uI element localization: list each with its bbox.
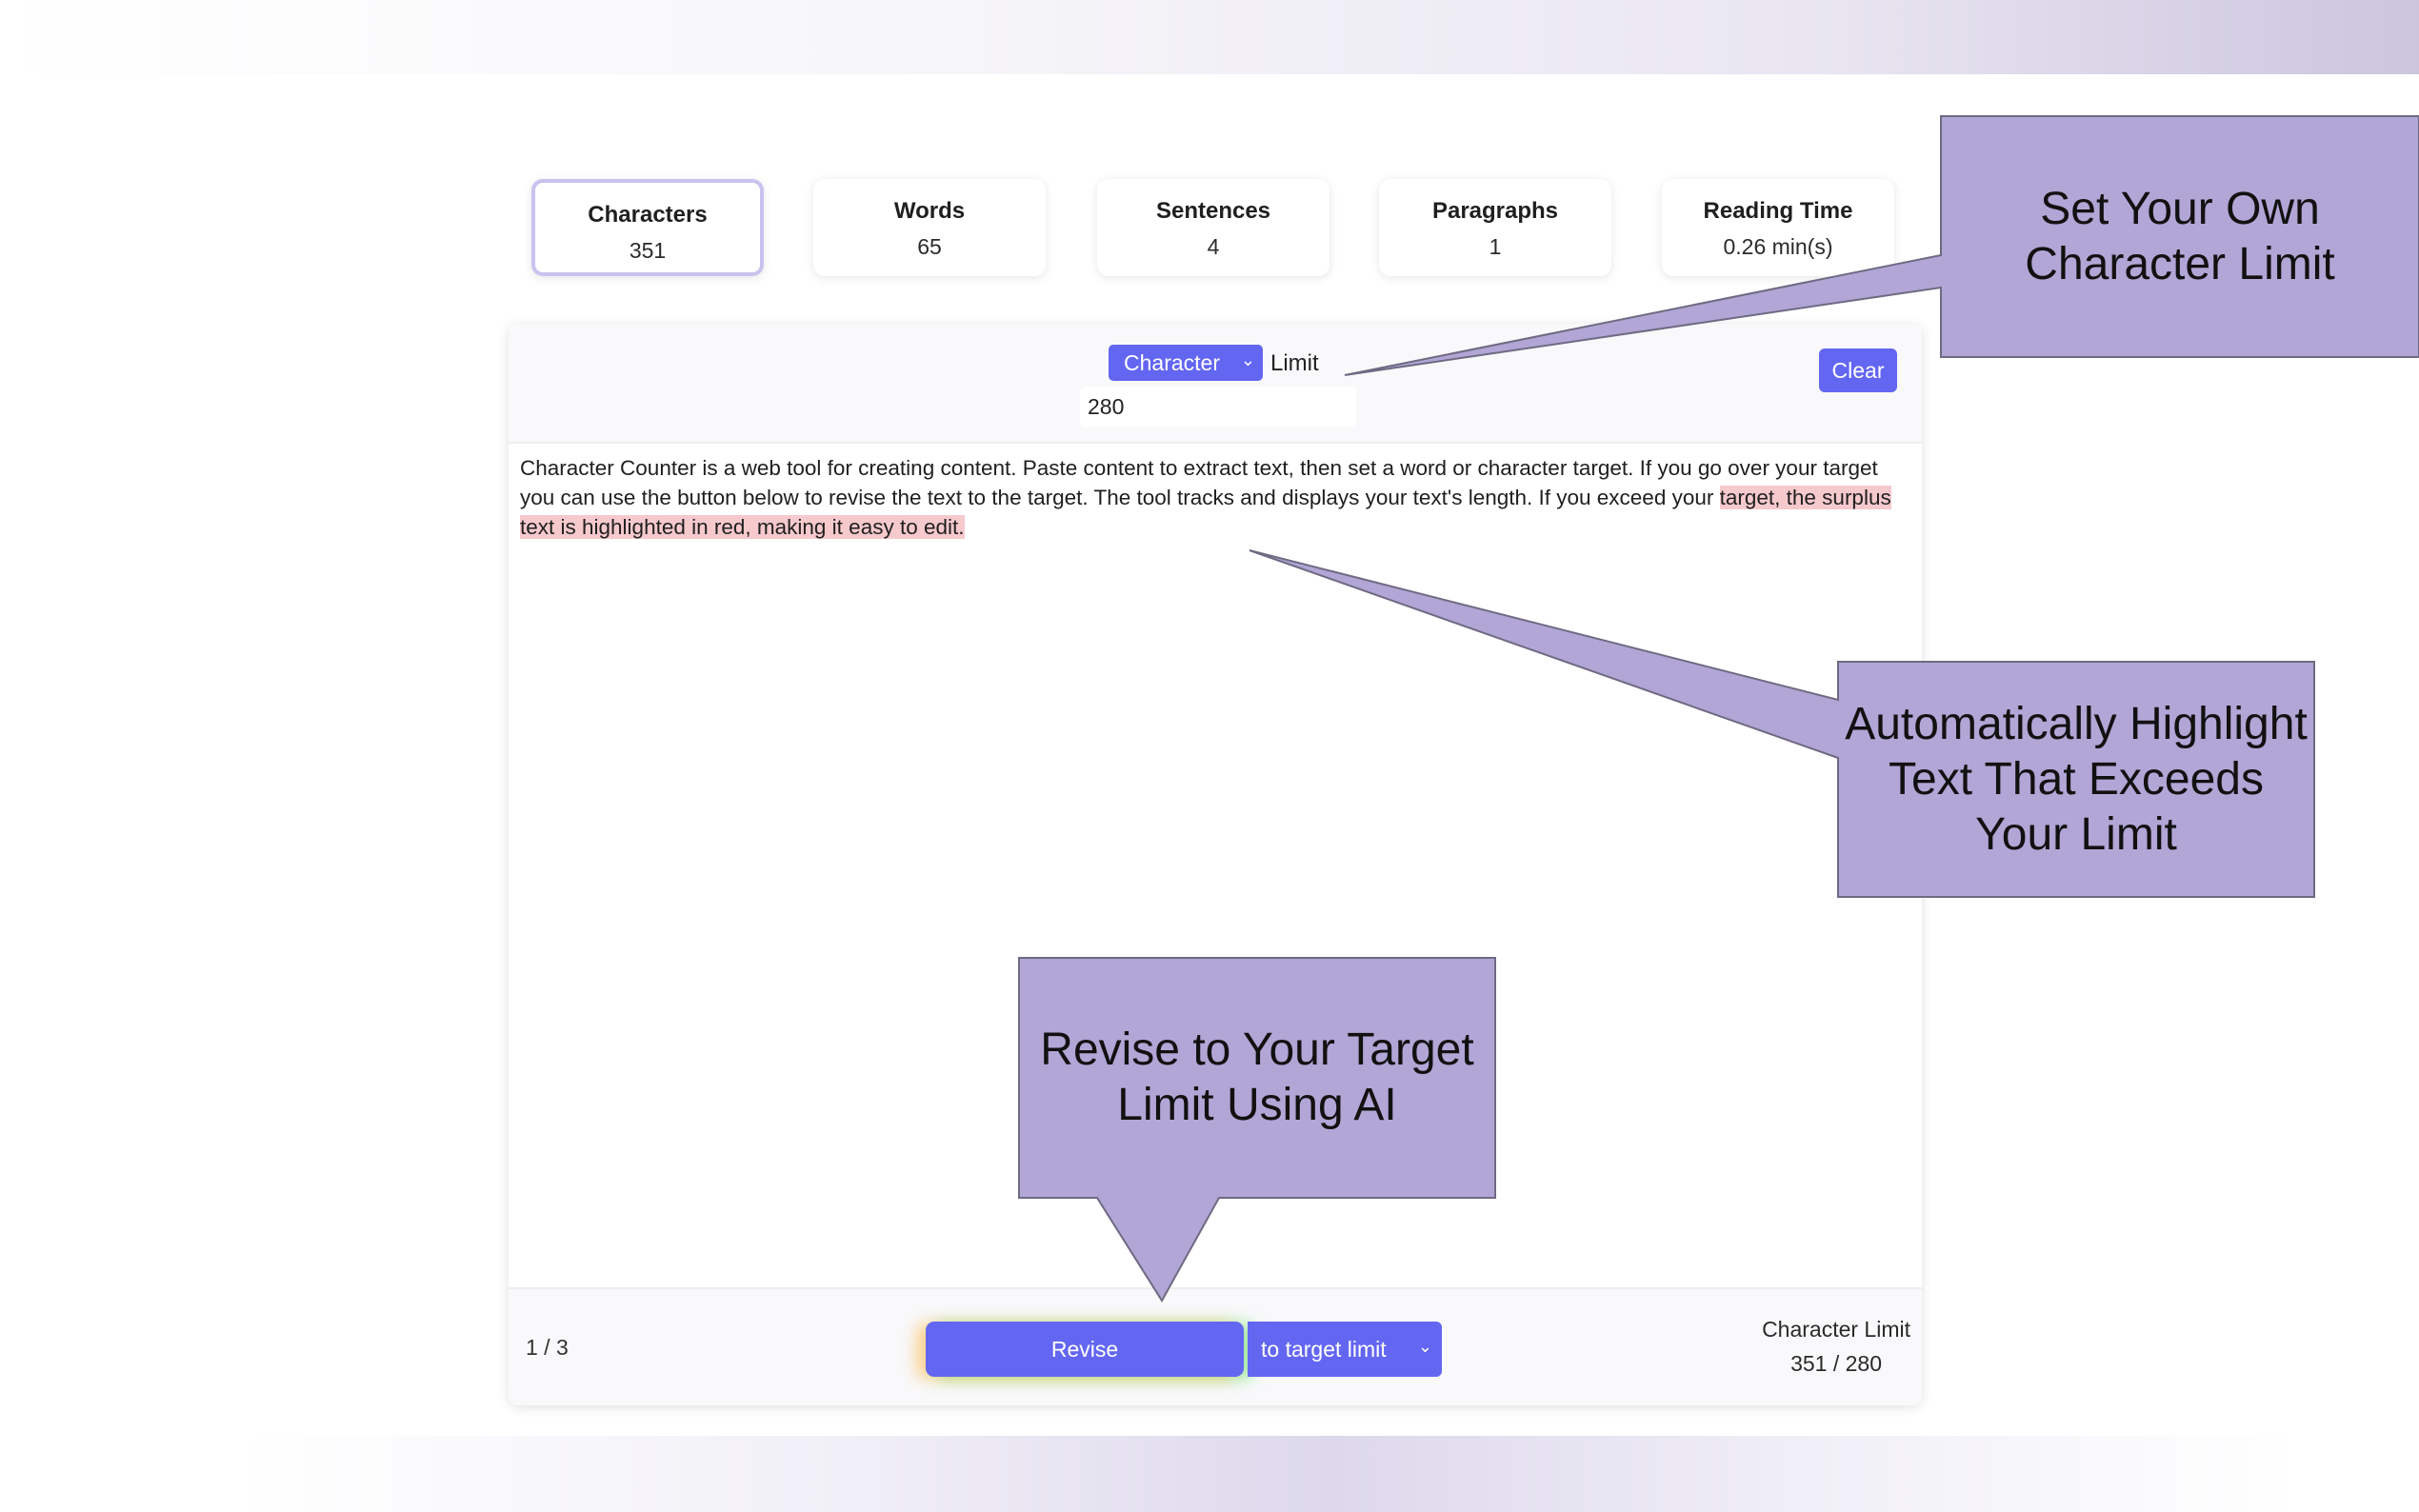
character-limit-summary: Character Limit 351 / 280 <box>1762 1312 1910 1381</box>
clear-button[interactable]: Clear <box>1819 348 1897 392</box>
stat-value: 4 <box>1207 234 1220 259</box>
limit-mode-label: Character <box>1124 350 1220 375</box>
character-limit-count: 351 / 280 <box>1790 1351 1882 1376</box>
limit-input[interactable] <box>1080 387 1356 427</box>
limit-label: Limit <box>1270 350 1319 376</box>
pager-indicator: 1 / 3 <box>526 1335 569 1360</box>
editor-panel: Character ⌄ Limit Clear Character Counte… <box>509 324 1922 1405</box>
stat-card-words[interactable]: Words 65 <box>813 179 1046 276</box>
editor-footer: 1 / 3 Revise to target limit ⌄ Character… <box>509 1287 1922 1405</box>
revise-target-label: to target limit <box>1261 1337 1387 1362</box>
chevron-down-icon: ⌄ <box>1417 1337 1432 1356</box>
stat-value: 65 <box>917 234 942 259</box>
top-gradient-band <box>0 0 2419 74</box>
stat-label: Reading Time <box>1703 198 1853 224</box>
stat-card-reading-time[interactable]: Reading Time 0.26 min(s) <box>1662 179 1894 276</box>
character-limit-title: Character Limit <box>1762 1317 1910 1342</box>
stat-card-characters[interactable]: Characters 351 <box>531 179 764 276</box>
stat-value: 351 <box>629 238 667 263</box>
stat-card-sentences[interactable]: Sentences 4 <box>1097 179 1329 276</box>
stat-value: 0.26 min(s) <box>1723 234 1833 259</box>
limit-mode-select[interactable]: Character ⌄ <box>1109 345 1263 381</box>
stat-value: 1 <box>1489 234 1502 259</box>
callout-highlight-text: Automatically Highlight Text That Exceed… <box>1845 698 2308 860</box>
callout-revise-text: Revise to Your Target Limit Using AI <box>1040 1025 1474 1130</box>
callout-set-limit-text: Set Your Own Character Limit <box>2025 184 2335 289</box>
editor-toolbar: Character ⌄ Limit Clear <box>509 324 1922 444</box>
stat-label: Paragraphs <box>1431 198 1559 224</box>
editor-text-area[interactable]: Character Counter is a web tool for crea… <box>520 453 1910 542</box>
chevron-down-icon: ⌄ <box>1240 350 1255 369</box>
stat-label: Words <box>893 198 966 224</box>
stat-card-paragraphs[interactable]: Paragraphs 1 <box>1379 179 1611 276</box>
stat-label: Characters <box>588 202 708 228</box>
revise-target-select[interactable]: to target limit ⌄ <box>1248 1322 1442 1377</box>
bottom-gradient-band <box>0 1436 2419 1512</box>
revise-button[interactable]: Revise <box>926 1322 1244 1377</box>
stat-label: Sentences <box>1155 198 1271 224</box>
text-within-limit: Character Counter is a web tool for crea… <box>520 456 1878 509</box>
